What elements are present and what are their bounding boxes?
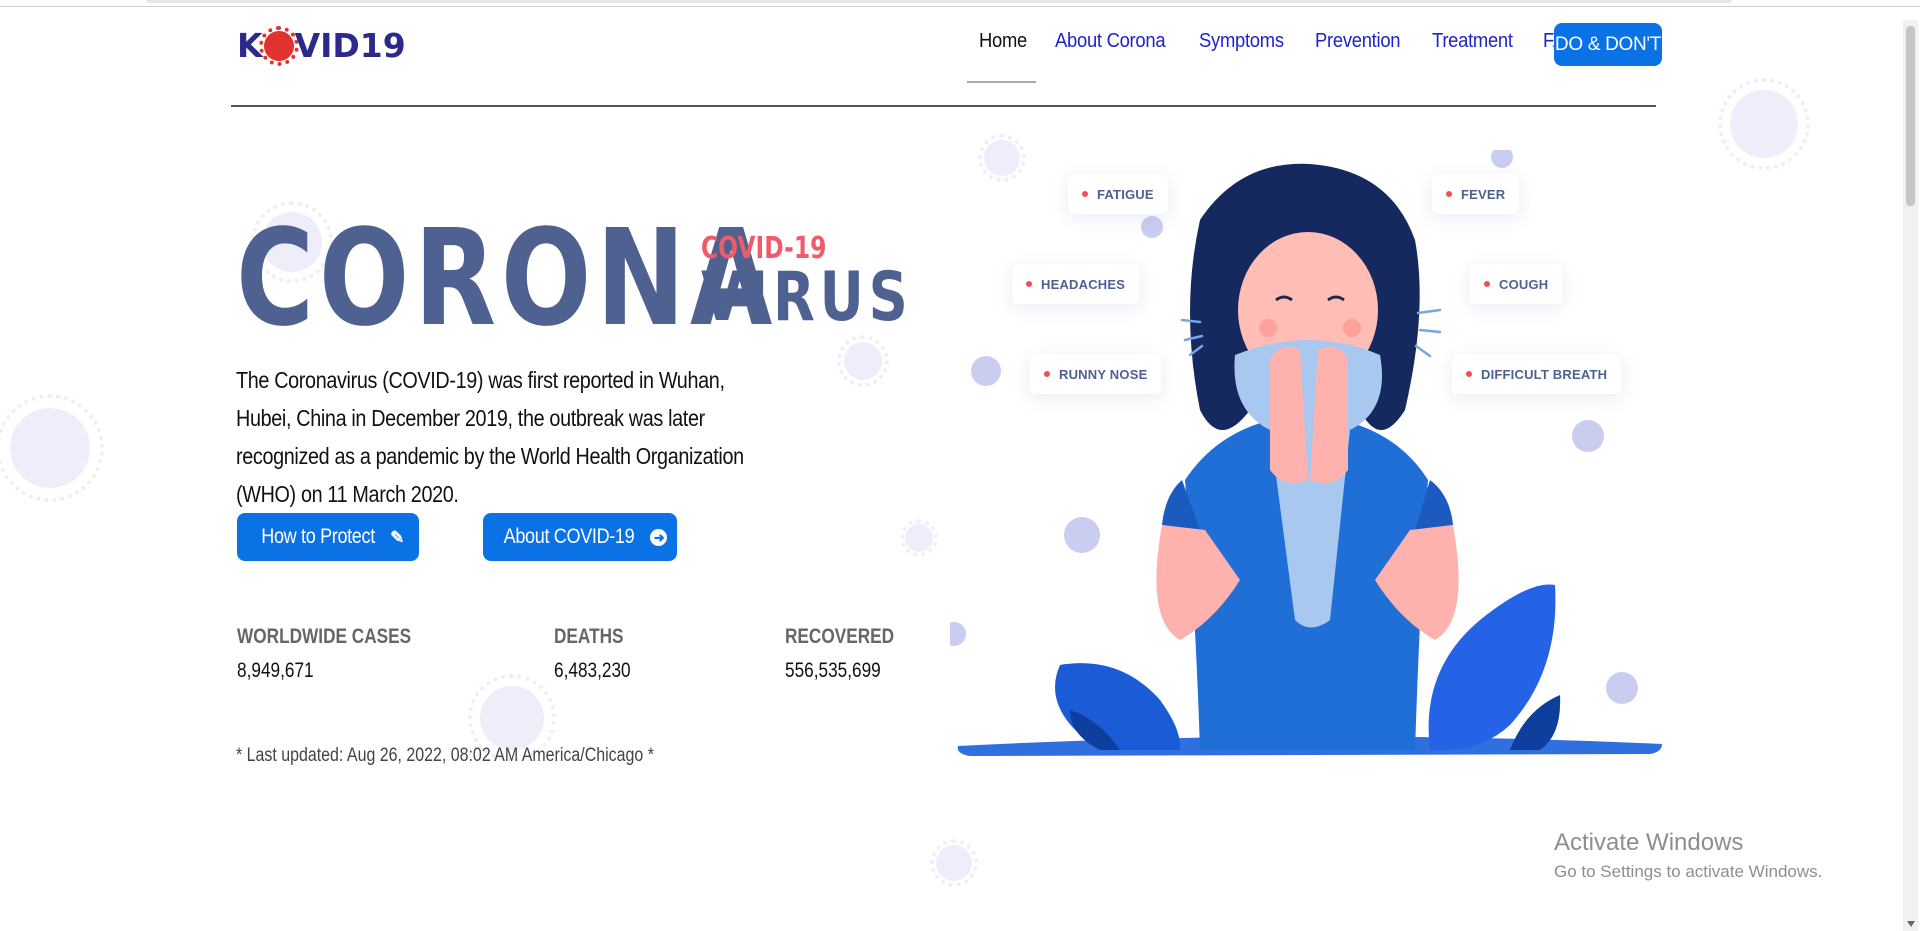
browser-tab-strip: [146, 0, 1732, 3]
active-nav-indicator: [967, 81, 1036, 83]
hero-description: The Coronavirus (COVID-19) was first rep…: [236, 367, 744, 507]
virus-logo-icon: [258, 25, 299, 66]
stat-value-recovered: 556,535,699: [785, 659, 881, 682]
arrow-circle-right-icon: ➜: [650, 528, 668, 546]
nav-treatment[interactable]: Treatment: [1421, 30, 1524, 53]
symptom-chip-difficult-breath: DIFFICULT BREATH: [1452, 354, 1622, 394]
browser-top-edge: [0, 0, 1920, 7]
red-dot-icon: [1484, 281, 1490, 287]
red-dot-icon: [1044, 371, 1050, 377]
site-logo[interactable]: K VID19: [237, 25, 406, 66]
header-divider: [231, 105, 1656, 107]
nav-home[interactable]: Home: [968, 30, 1038, 53]
leaf-icon: ✎: [390, 527, 404, 547]
virus-decoration-icon: [468, 674, 556, 762]
do-and-dont-button[interactable]: DO & DON'T: [1554, 23, 1662, 66]
logo-text-right: VID19: [294, 26, 406, 65]
main-nav: Home About Corona Symptoms Prevention Tr…: [968, 30, 1596, 53]
symptom-fever-label: FEVER: [1461, 186, 1506, 202]
nav-prevention[interactable]: Prevention: [1304, 30, 1411, 53]
symptom-difficult-breath-label: DIFFICULT BREATH: [1481, 366, 1608, 382]
about-covid-button[interactable]: About COVID-19 ➜: [483, 513, 677, 561]
windows-activation-subtitle: Go to Settings to activate Windows.: [1554, 862, 1823, 881]
about-covid-label: About COVID-19: [503, 525, 634, 548]
red-dot-icon: [1082, 191, 1088, 197]
virus-decoration-icon: [899, 518, 939, 558]
symptom-fatigue-label: FATIGUE: [1097, 186, 1154, 202]
hero-title-corona: CORONA: [236, 202, 778, 356]
symptom-chip-runny-nose: RUNNY NOSE: [1030, 354, 1162, 394]
virus-decoration-icon: [1717, 77, 1811, 171]
page-scrollbar[interactable]: [1903, 20, 1918, 931]
symptom-chip-headaches: HEADACHES: [1012, 264, 1140, 304]
red-dot-icon: [1466, 371, 1472, 377]
red-dot-icon: [1026, 281, 1032, 287]
scroll-down-arrow-icon[interactable]: [1907, 921, 1915, 927]
symptom-chip-fatigue: FATIGUE: [1068, 174, 1168, 214]
hero-title-virus: VIRUS: [701, 258, 913, 337]
stat-label-worldwide-cases: WORLDWIDE CASES: [237, 625, 412, 648]
stat-label-deaths: DEATHS: [554, 625, 624, 648]
virus-decoration-icon: [837, 335, 889, 387]
windows-activation-title: Activate Windows: [1554, 829, 1744, 856]
sneezing-woman-illustration: [950, 150, 1662, 756]
virus-decoration-icon: [0, 393, 105, 503]
symptom-runny-nose-label: RUNNY NOSE: [1059, 366, 1148, 382]
symptom-chip-fever: FEVER: [1432, 174, 1520, 214]
nav-about-corona[interactable]: About Corona: [1044, 30, 1176, 53]
nav-symptoms[interactable]: Symptoms: [1188, 30, 1295, 53]
symptom-headaches-label: HEADACHES: [1041, 276, 1126, 292]
stat-value-deaths: 6,483,230: [554, 659, 631, 682]
virus-decoration-icon: [929, 838, 979, 888]
red-dot-icon: [1446, 191, 1452, 197]
how-to-protect-button[interactable]: How to Protect ✎: [237, 513, 419, 561]
stat-value-worldwide-cases: 8,949,671: [237, 659, 314, 682]
scrollbar-thumb[interactable]: [1906, 26, 1915, 206]
stat-label-recovered: RECOVERED: [785, 625, 895, 648]
symptom-chip-cough: COUGH: [1470, 264, 1563, 304]
last-updated-text: * Last updated: Aug 26, 2022, 08:02 AM A…: [236, 745, 654, 766]
how-to-protect-label: How to Protect: [261, 525, 375, 548]
symptom-cough-label: COUGH: [1499, 276, 1549, 292]
